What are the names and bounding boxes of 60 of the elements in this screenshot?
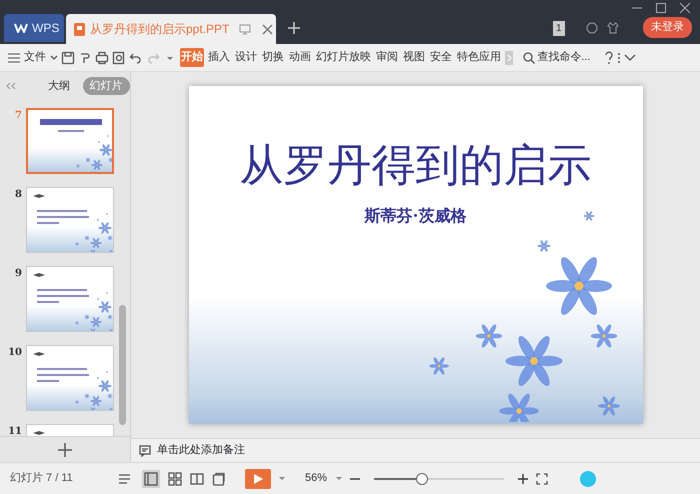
ribbon-tab[interactable]: 设计 xyxy=(234,48,258,67)
view-tab[interactable]: 大纲 xyxy=(41,76,77,96)
login-button[interactable]: 未登录 xyxy=(643,17,692,38)
slide-counter: 幻灯片 7 / 11 xyxy=(10,471,74,486)
menu-icon[interactable] xyxy=(8,52,20,62)
search-icon xyxy=(522,52,534,64)
chevron-down-icon[interactable] xyxy=(624,54,636,62)
ribbon-tab[interactable]: 插入 xyxy=(207,48,231,67)
presenter-view-icon[interactable] xyxy=(212,472,226,486)
ribbon-tab[interactable]: 视图 xyxy=(402,48,426,67)
page-count-badge: 1 xyxy=(553,21,565,36)
play-slideshow-button[interactable] xyxy=(245,468,271,488)
zoom-in-icon[interactable] xyxy=(518,474,528,484)
print-preview-icon[interactable] xyxy=(112,50,126,64)
slide-thumbnail[interactable] xyxy=(26,187,114,253)
slide-sorter-icon[interactable] xyxy=(168,472,182,486)
format-painter-icon[interactable] xyxy=(78,50,92,64)
presentation-file-icon xyxy=(74,22,85,36)
ribbon-tab[interactable]: 动画 xyxy=(288,48,312,67)
slide-title: 从罗丹得到的启示 xyxy=(240,144,592,188)
logo-icon xyxy=(14,23,28,33)
slide-thumbnail[interactable] xyxy=(26,345,114,411)
ribbon-tab[interactable]: 幻灯片放映 xyxy=(315,48,372,67)
comment-icon xyxy=(139,444,151,456)
slide-number: 7 xyxy=(14,109,23,123)
fit-window-icon[interactable] xyxy=(536,472,548,484)
zoom-percent[interactable]: 56% xyxy=(304,469,328,488)
chevron-down-icon[interactable] xyxy=(50,54,58,60)
save-icon[interactable] xyxy=(61,50,75,64)
ribbon-tab[interactable]: 审阅 xyxy=(375,48,399,67)
scrollbar-thumb[interactable] xyxy=(119,305,126,425)
maximize-icon[interactable] xyxy=(656,3,666,13)
slide-number: 11 xyxy=(7,425,23,436)
dropdown-icon[interactable] xyxy=(279,476,285,480)
plus-icon[interactable] xyxy=(58,442,72,456)
close-icon[interactable] xyxy=(680,3,690,13)
slide-thumbnail[interactable] xyxy=(26,266,114,332)
print-icon[interactable] xyxy=(95,50,109,64)
slide-subtitle: 斯蒂芬·茨威格 xyxy=(364,205,466,227)
more-icon[interactable] xyxy=(617,50,622,64)
shirt-icon[interactable] xyxy=(607,22,619,34)
ribbon-tab[interactable]: 特色应用 xyxy=(456,48,502,67)
close-icon[interactable] xyxy=(262,24,274,34)
notes-placeholder[interactable]: 单击此处添加备注 xyxy=(157,442,245,459)
dropdown-icon[interactable] xyxy=(336,476,342,480)
file-menu[interactable]: 文件 xyxy=(23,48,47,67)
play-icon xyxy=(253,474,263,484)
slide-number: 10 xyxy=(7,346,23,360)
ribbon-tab[interactable]: 安全 xyxy=(429,48,453,67)
app-tab[interactable]: WPS xyxy=(4,14,64,42)
slider-thumb[interactable] xyxy=(416,472,428,484)
slide-number: 8 xyxy=(14,188,23,202)
normal-view-icon[interactable] xyxy=(142,470,160,488)
slide-number: 9 xyxy=(14,267,23,281)
document-tab-title: 从罗丹得到的启示ppt.PPT xyxy=(90,21,230,38)
ribbon-tab[interactable]: 切换 xyxy=(261,48,285,67)
slide-thumbnail[interactable] xyxy=(26,108,114,174)
help-icon[interactable] xyxy=(604,50,614,64)
reading-view-icon[interactable] xyxy=(190,472,204,486)
search-command[interactable]: 查找命令... xyxy=(522,48,592,67)
